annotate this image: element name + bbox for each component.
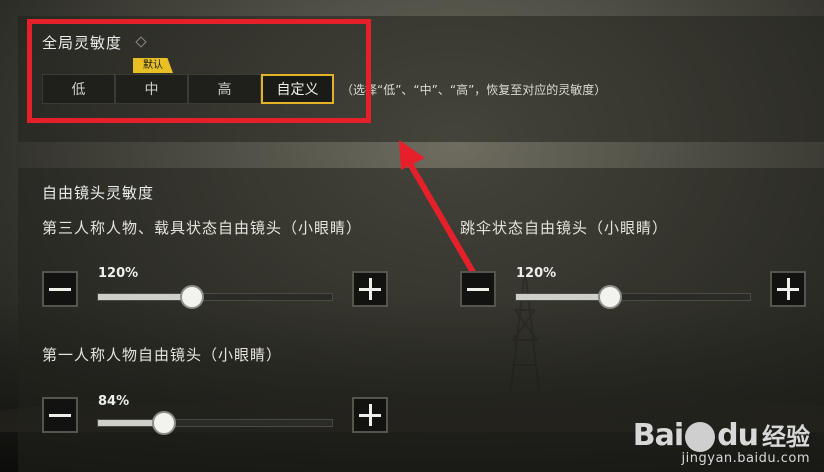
plus-icon-vertical [368, 278, 372, 300]
minus-icon [49, 287, 71, 291]
minus-icon [467, 287, 489, 291]
parachute-decrease-button[interactable] [460, 271, 496, 307]
third-person-decrease-button[interactable] [42, 271, 78, 307]
first-person-increase-button[interactable] [352, 397, 388, 433]
slider-fill [516, 294, 610, 300]
watermark-logo-left: Bai [632, 417, 684, 453]
third-person-slider[interactable] [97, 285, 333, 309]
slider-handle[interactable] [597, 285, 622, 309]
watermark-logo-cn: 经验 [762, 422, 810, 451]
parachute-value: 120% [516, 266, 557, 281]
first-person-decrease-button[interactable] [42, 397, 78, 433]
third-person-increase-button[interactable] [352, 271, 388, 307]
annotation-arrow-icon [399, 140, 476, 275]
parachute-slider[interactable] [515, 285, 751, 309]
watermark-logo-right: du [717, 417, 759, 453]
slider-handle[interactable] [151, 411, 176, 435]
parachute-camera-label: 跳伞状态自由镜头（小眼睛） [460, 219, 669, 237]
parachute-increase-button[interactable] [770, 271, 806, 307]
minus-icon [49, 413, 71, 417]
preset-hint-text: （选择“低”、“中”、“高”，恢复至对应的灵敏度） [341, 83, 607, 97]
third-person-camera-label: 第三人称人物、载具状态自由镜头（小眼睛） [42, 219, 363, 237]
third-person-value: 120% [98, 266, 139, 281]
plus-icon-vertical [786, 278, 790, 300]
slider-fill [98, 294, 192, 300]
highlight-box [27, 19, 371, 123]
baidu-watermark: Bai du 经验 jingyan.baidu.com [633, 417, 810, 467]
first-person-camera-label: 第一人称人物自由镜头（小眼睛） [42, 346, 283, 364]
first-person-value: 84% [98, 394, 130, 409]
plus-icon-vertical [368, 404, 372, 426]
free-camera-title: 自由镜头灵敏度 [42, 184, 155, 202]
slider-handle[interactable] [179, 285, 204, 309]
first-person-slider[interactable] [97, 411, 333, 435]
paw-icon [685, 422, 716, 452]
